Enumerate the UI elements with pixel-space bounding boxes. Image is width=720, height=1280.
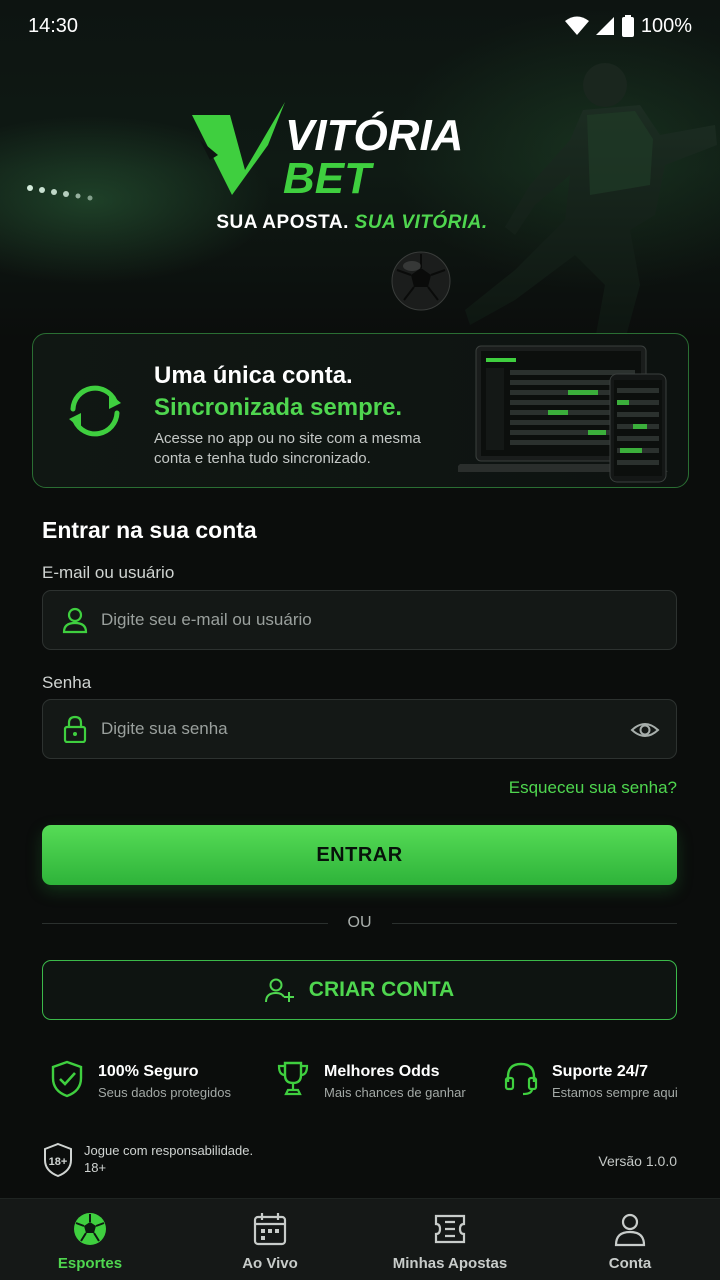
password-field[interactable]: Digite sua senha <box>42 699 677 759</box>
feature-title: 100% Seguro <box>98 1063 199 1080</box>
feature-title: Suporte 24/7 <box>552 1063 649 1080</box>
nav-live[interactable]: Ao Vivo <box>180 1199 360 1280</box>
password-label: Senha <box>42 673 92 692</box>
responsibility-text: Jogue com responsabilidade. <box>84 1143 254 1158</box>
nav-account[interactable]: Conta <box>540 1199 720 1280</box>
status-bar: 14:30 100% <box>0 0 720 52</box>
eye-icon[interactable] <box>630 716 660 744</box>
sync-title: Uma única conta. <box>154 362 353 389</box>
divider-line-right <box>391 922 677 924</box>
svg-text:VITÓRIA: VITÓRIA <box>285 110 463 160</box>
divider-text: OU <box>347 914 372 931</box>
sync-description: Acesse no app ou no site com a mesma con… <box>154 430 421 467</box>
sync-subtitle: Sincronizada sempre. <box>154 394 403 421</box>
wifi-icon <box>564 16 589 35</box>
stadium-lights-decoration <box>27 185 93 201</box>
nav-my-bets[interactable]: Minhas Apostas <box>360 1199 540 1280</box>
calendar-live-icon <box>253 1213 287 1246</box>
user-icon <box>62 607 88 634</box>
login-section-title: Entrar na sua conta <box>42 517 257 543</box>
responsibility-age: 18+ <box>84 1160 107 1175</box>
ticket-icon <box>434 1214 466 1244</box>
age-badge-text: 18+ <box>49 1156 68 1168</box>
add-user-icon <box>264 978 294 1003</box>
feature-subtitle: Mais chances de ganhar <box>324 1085 466 1100</box>
feature-support: Suporte 24/7 Estamos sempre aqui <box>504 1060 678 1100</box>
headset-icon <box>504 1062 538 1096</box>
responsible-gaming: 18+ Jogue com responsabilidade. 18+ <box>42 1142 253 1178</box>
create-account-label: CRIAR CONTA <box>308 978 455 1001</box>
trophy-icon <box>277 1061 309 1096</box>
email-placeholder: Digite seu e-mail ou usuário <box>101 610 312 629</box>
nav-sports[interactable]: Esportes <box>0 1199 180 1280</box>
signal-icon <box>595 17 614 35</box>
tagline-white: SUA APOSTA. <box>216 212 349 233</box>
status-time: 14:30 <box>28 14 79 37</box>
feature-subtitle: Estamos sempre aqui <box>552 1085 678 1100</box>
nav-label: Minhas Apostas <box>392 1255 508 1272</box>
forgot-password-link[interactable]: Esqueceu sua senha? <box>509 778 677 798</box>
battery-percent: 100% <box>640 14 692 37</box>
shield-check-icon <box>51 1060 83 1098</box>
battery-icon <box>621 15 634 37</box>
feature-odds: Melhores Odds Mais chances de ganhar <box>276 1060 466 1100</box>
lock-icon <box>63 715 87 743</box>
svg-text:BET: BET <box>283 154 374 203</box>
nav-label: Ao Vivo <box>242 1255 298 1272</box>
tagline-green: SUA VITÓRIA. <box>354 212 488 233</box>
divider-line-left <box>42 922 328 924</box>
features-row: 100% Seguro Seus dados protegidos Melhor… <box>42 1060 682 1110</box>
user-icon <box>614 1213 646 1247</box>
feature-secure: 100% Seguro Seus dados protegidos <box>50 1060 231 1100</box>
app-version: Versão 1.0.0 <box>598 1153 677 1169</box>
nav-label: Esportes <box>57 1255 123 1272</box>
nav-label: Conta <box>608 1255 652 1272</box>
login-screen: VITÓRIA BET SUA APOSTA. SUA VITÓRIA. 14:… <box>0 0 720 1280</box>
devices-illustration <box>458 345 668 483</box>
email-label: E-mail ou usuário <box>42 563 175 582</box>
password-placeholder: Digite sua senha <box>101 719 228 738</box>
brand-tagline: SUA APOSTA. SUA VITÓRIA. <box>0 212 704 234</box>
soccer-ball-decoration <box>391 251 451 311</box>
sync-info-card: Uma única conta. Sincronizada sempre. Ac… <box>32 333 689 488</box>
age-18-shield-icon: 18+ <box>44 1142 72 1178</box>
sync-icon <box>69 385 121 437</box>
bottom-nav: Esportes Ao Vivo Minhas Apostas Conta <box>0 1198 720 1280</box>
status-icons: 100% <box>564 14 692 38</box>
login-button[interactable]: ENTRAR <box>42 825 677 885</box>
soccer-ball-icon <box>74 1213 106 1245</box>
email-field[interactable]: Digite seu e-mail ou usuário <box>42 590 677 650</box>
or-divider: OU <box>42 912 677 934</box>
create-account-button[interactable]: CRIAR CONTA <box>42 960 677 1020</box>
feature-subtitle: Seus dados protegidos <box>98 1085 231 1100</box>
feature-title: Melhores Odds <box>324 1063 440 1080</box>
